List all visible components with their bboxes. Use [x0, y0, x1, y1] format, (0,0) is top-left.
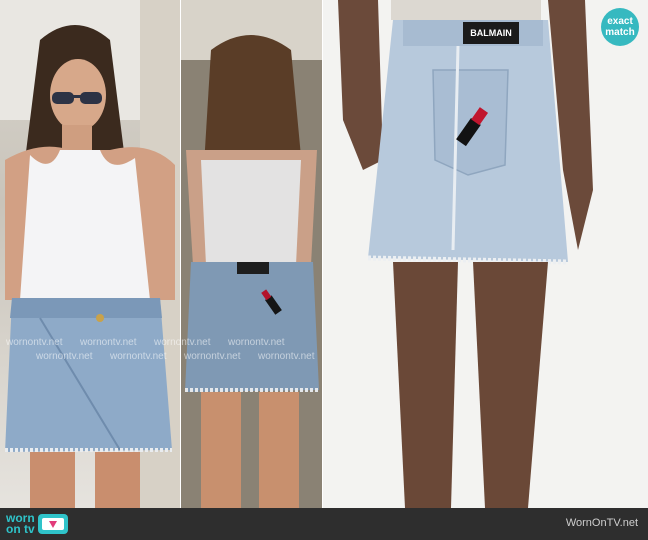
exact-match-badge[interactable]: exact match [601, 8, 639, 46]
back-view-illustration [181, 0, 322, 508]
badge-line-2: match [605, 27, 635, 38]
photo-front-view [0, 0, 180, 508]
footer-bar: worn on tv WornOnTV.net [0, 508, 648, 540]
photo-product: BALMAIN [323, 0, 648, 508]
badge-line-1: exact [607, 16, 633, 27]
photo-back-view [181, 0, 322, 508]
footer-site-name[interactable]: WornOnTV.net [566, 517, 638, 529]
site-logo[interactable]: worn on tv [6, 512, 68, 536]
logo-wordmark: worn on tv [6, 512, 35, 536]
logo-bottom-text: on tv [6, 522, 35, 536]
tv-icon-graphic [41, 518, 64, 530]
product-brand-label: BALMAIN [470, 28, 512, 38]
tv-icon [37, 514, 68, 534]
front-view-illustration [0, 0, 180, 508]
product-illustration: BALMAIN [323, 0, 648, 508]
